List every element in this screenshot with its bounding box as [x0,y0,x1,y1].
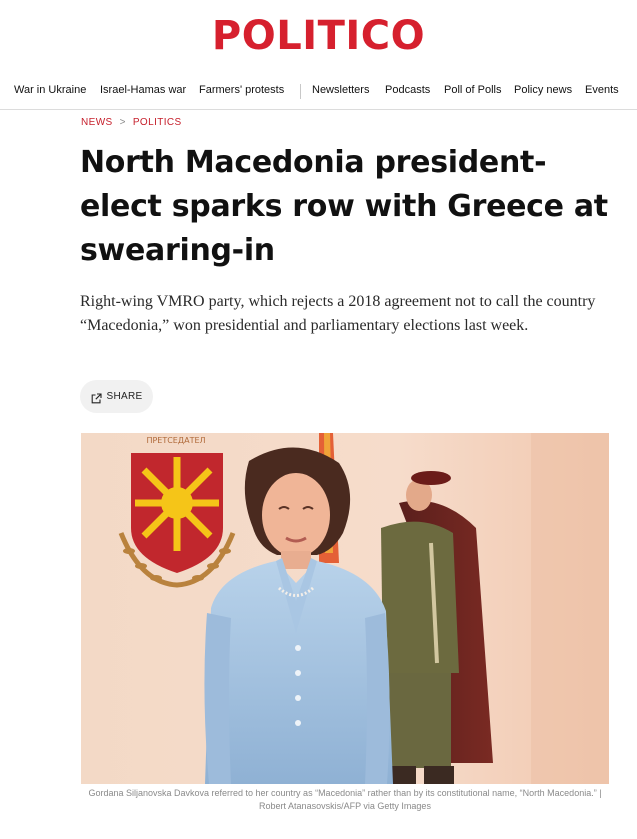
nav-item-farmers-protests[interactable]: Farmers' protests [199,84,284,96]
politico-logo[interactable]: POLITICO [212,12,425,60]
nav-item-war-in-ukraine[interactable]: War in Ukraine [14,84,86,96]
nav-item-events[interactable]: Events [585,84,619,96]
header: POLITICO [0,12,637,60]
breadcrumb: NEWS > POLITICS [81,117,182,128]
share-button[interactable]: SHARE [80,380,153,413]
article-dek: Right-wing VMRO party, which rejects a 2… [80,293,596,334]
nav-item-israel-hamas-war[interactable]: Israel-Hamas war [100,84,186,96]
photo-caption: Gordana Siljanovska Davkova referred to … [88,788,602,811]
share-label: SHARE [106,391,143,402]
emblem-text: ПРЕТСЕДАТЕЛ [146,436,205,445]
coat-of-arms: ПРЕТСЕДАТЕЛ [118,436,236,588]
top-nav: War in Ukraine Israel-Hamas war Farmers'… [0,79,637,105]
nav-item-podcasts[interactable]: Podcasts [385,84,430,96]
breadcrumb-news[interactable]: NEWS [81,117,113,128]
article-photo: ПРЕТСЕДАТЕЛ [81,433,609,784]
nav-item-poll-of-polls[interactable]: Poll of Polls [444,84,501,96]
share-icon [91,391,102,404]
nav-item-policy-news[interactable]: Policy news [514,84,572,96]
nav-divider-line [0,109,637,110]
article-headline: North Macedonia president-elect sparks r… [80,145,608,268]
breadcrumb-politics[interactable]: POLITICS [133,117,182,128]
photo-illustration: ПРЕТСЕДАТЕЛ [81,433,609,784]
nav-item-newsletters[interactable]: Newsletters [312,84,369,96]
nav-divider [300,84,301,99]
chevron-right-icon: > [119,117,126,128]
